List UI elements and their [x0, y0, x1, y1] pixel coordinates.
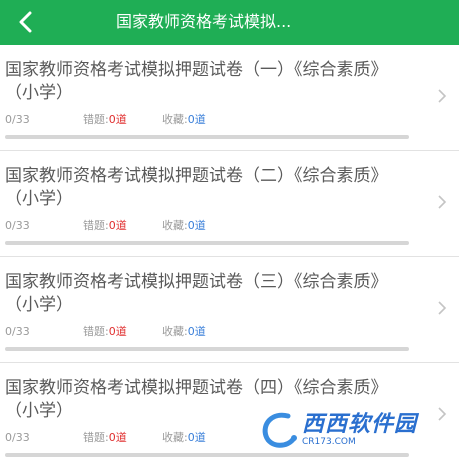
exam-title: 国家教师资格考试模拟押题试卷（三）《综合素质》（小学）: [5, 272, 388, 315]
watermark-text: 西西软件园: [302, 411, 418, 437]
watermark-swirl-icon: [262, 412, 297, 448]
wrong-value: 0道: [108, 325, 127, 338]
exam-title: 国家教师资格考试模拟押题试卷（一）《综合素质》（小学）: [5, 60, 388, 103]
favorite-value: 0道: [187, 113, 206, 126]
progress-count: 0/33: [5, 219, 30, 232]
wrong-label: 错题:: [83, 113, 109, 126]
exam-list-item[interactable]: 国家教师资格考试模拟押题试卷（三）《综合素质》（小学） 0/33 错题:0道 收…: [0, 257, 459, 363]
back-arrow-icon: [19, 11, 32, 33]
exam-list-item[interactable]: 国家教师资格考试模拟押题试卷（二）《综合素质》（小学） 0/33 错题:0道 收…: [0, 151, 459, 257]
wrong-label: 错题:: [83, 325, 109, 338]
favorite-label: 收藏:: [162, 325, 188, 338]
favorite-label: 收藏:: [162, 113, 188, 126]
app-header: 国家教师资格考试模拟...: [0, 0, 459, 45]
exam-list-item[interactable]: 国家教师资格考试模拟押题试卷（一）《综合素质》（小学） 0/33 错题:0道 收…: [0, 45, 459, 151]
page-title: 国家教师资格考试模拟...: [116, 12, 292, 31]
favorite-value: 0道: [187, 431, 206, 444]
watermark-subtext: CR173.COM: [302, 436, 356, 447]
progress-count: 0/33: [5, 113, 30, 126]
progress-bar: [5, 241, 409, 245]
watermark-logo: 西西软件园 CR173.COM: [258, 405, 450, 455]
wrong-value: 0道: [108, 219, 127, 232]
wrong-count: 错题:0道: [83, 219, 127, 233]
chevron-right-icon: [438, 89, 447, 103]
exam-title: 国家教师资格考试模拟押题试卷（二）《综合素质》（小学）: [5, 166, 388, 209]
wrong-count: 错题:0道: [83, 113, 127, 127]
favorite-value: 0道: [187, 219, 206, 232]
progress-bar: [5, 347, 409, 351]
wrong-label: 错题:: [83, 219, 109, 232]
favorite-label: 收藏:: [162, 219, 188, 232]
chevron-right-icon: [438, 195, 447, 209]
favorite-label: 收藏:: [162, 431, 188, 444]
wrong-value: 0道: [108, 113, 127, 126]
progress-bar: [5, 135, 409, 139]
favorite-count: 收藏:0道: [162, 113, 206, 127]
favorite-value: 0道: [187, 325, 206, 338]
favorite-count: 收藏:0道: [162, 325, 206, 339]
favorite-count: 收藏:0道: [162, 219, 206, 233]
progress-count: 0/33: [5, 325, 30, 338]
back-button[interactable]: [12, 8, 40, 36]
chevron-right-icon: [438, 301, 447, 315]
favorite-count: 收藏:0道: [162, 431, 206, 445]
wrong-value: 0道: [108, 431, 127, 444]
progress-count: 0/33: [5, 431, 30, 444]
wrong-count: 错题:0道: [83, 325, 127, 339]
wrong-count: 错题:0道: [83, 431, 127, 445]
wrong-label: 错题:: [83, 431, 109, 444]
